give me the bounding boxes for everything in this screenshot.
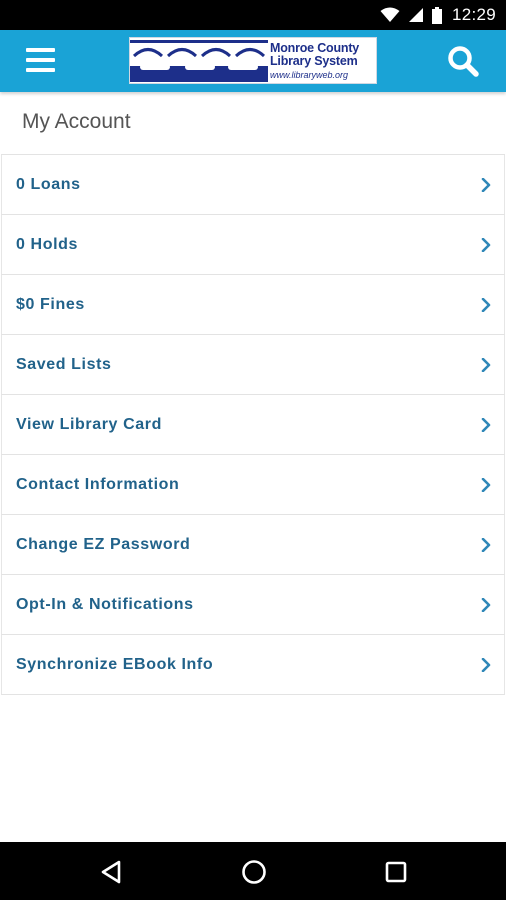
battery-icon xyxy=(431,6,442,24)
hamburger-menu-icon[interactable] xyxy=(26,48,56,74)
chevron-right-icon xyxy=(481,298,491,312)
menu-item-label: 0 Loans xyxy=(16,176,81,193)
menu-item-change-password[interactable]: Change EZ Password xyxy=(1,515,505,575)
library-logo[interactable]: Monroe County Library System www.library… xyxy=(129,37,377,84)
menu-item-contact-info[interactable]: Contact Information xyxy=(1,455,505,515)
menu-item-label: View Library Card xyxy=(16,416,162,433)
menu-item-fines[interactable]: $0 Fines xyxy=(1,275,505,335)
menu-item-saved-lists[interactable]: Saved Lists xyxy=(1,335,505,395)
menu-item-label: Saved Lists xyxy=(16,356,112,373)
system-nav-bar xyxy=(0,842,506,900)
chevron-right-icon xyxy=(481,538,491,552)
status-bar: 12:29 xyxy=(0,0,506,30)
menu-item-label: Synchronize EBook Info xyxy=(16,656,214,673)
menu-item-label: Contact Information xyxy=(16,476,180,493)
menu-item-label: Change EZ Password xyxy=(16,536,191,553)
menu-item-notifications[interactable]: Opt-In & Notifications xyxy=(1,575,505,635)
status-time: 12:29 xyxy=(451,5,496,24)
chevron-right-icon xyxy=(481,178,491,192)
page-title: My Account xyxy=(22,110,131,133)
logo-url: www.libraryweb.org xyxy=(270,70,349,80)
menu-item-label: $0 Fines xyxy=(16,296,85,313)
logo-text: Monroe County Library System www.library… xyxy=(270,42,376,81)
chevron-right-icon xyxy=(481,658,491,672)
logo-line-2: Library System xyxy=(270,54,358,68)
wifi-icon xyxy=(380,7,400,22)
menu-item-label: Opt-In & Notifications xyxy=(16,596,194,613)
search-icon[interactable] xyxy=(446,44,480,78)
menu-item-library-card[interactable]: View Library Card xyxy=(1,395,505,455)
menu-item-label: 0 Holds xyxy=(16,236,78,253)
cell-signal-icon xyxy=(408,8,423,22)
chevron-right-icon xyxy=(481,238,491,252)
chevron-right-icon xyxy=(481,478,491,492)
menu-item-sync-ebook[interactable]: Synchronize EBook Info xyxy=(1,635,505,695)
menu-item-holds[interactable]: 0 Holds xyxy=(1,215,505,275)
recents-square-icon[interactable] xyxy=(385,861,407,883)
back-triangle-icon[interactable] xyxy=(99,859,123,885)
chevron-right-icon xyxy=(481,358,491,372)
status-icons: 12:29 xyxy=(380,0,496,30)
home-circle-icon[interactable] xyxy=(241,859,267,885)
chevron-right-icon xyxy=(481,598,491,612)
bridge-logo-icon xyxy=(130,40,268,82)
account-menu-list: 0 Loans 0 Holds $0 Fines Saved Lists Vie… xyxy=(1,154,505,695)
chevron-right-icon xyxy=(481,418,491,432)
menu-item-loans[interactable]: 0 Loans xyxy=(1,155,505,215)
